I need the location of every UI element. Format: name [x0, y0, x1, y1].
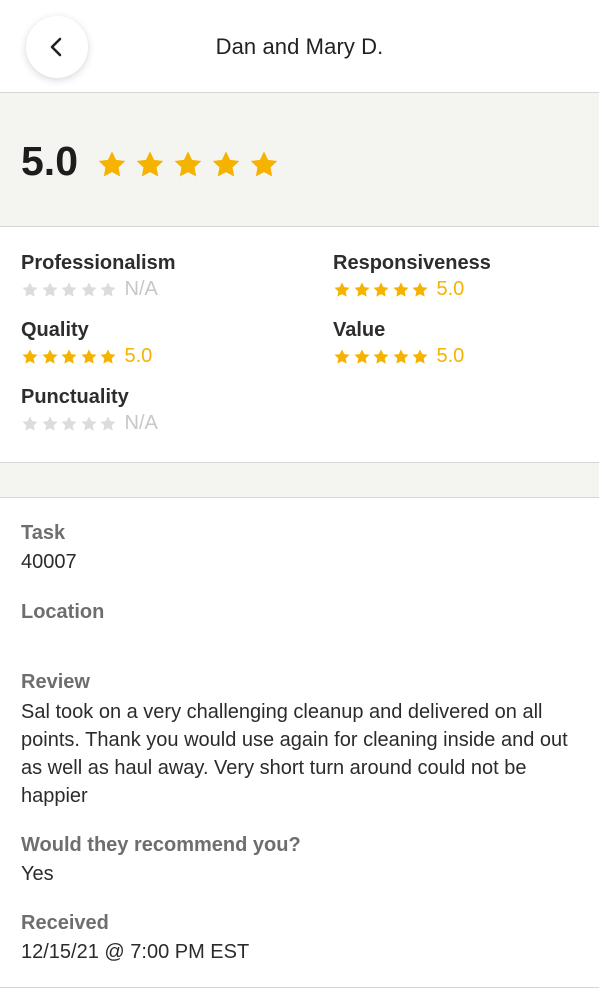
star-filled-icon — [353, 281, 370, 297]
star-empty-icon — [80, 415, 97, 431]
star-filled-icon — [412, 281, 428, 297]
category-punctuality: Punctuality N/A — [21, 386, 158, 433]
recommend-value: Yes — [21, 863, 54, 885]
category-score: N/A — [124, 412, 158, 434]
category-quality: Quality 5.0 — [21, 319, 152, 366]
category-score: 5.0 — [124, 345, 153, 367]
star-filled-icon — [250, 151, 278, 177]
star-filled-icon — [392, 281, 409, 297]
star-filled-icon — [392, 348, 409, 364]
received-label: Received — [21, 912, 109, 934]
category-stars: 5.0 — [333, 279, 491, 299]
star-empty-icon — [100, 415, 116, 431]
category-name: Value — [333, 319, 386, 341]
star-filled-icon — [80, 348, 97, 364]
category-stars: N/A — [21, 413, 158, 433]
category-score: 5.0 — [436, 345, 465, 367]
category-stars: N/A — [21, 279, 176, 299]
overall-score: 5.0 — [21, 138, 78, 184]
category-score: N/A — [124, 278, 158, 300]
star-filled-icon — [61, 348, 77, 364]
section-divider — [0, 462, 599, 498]
location-label: Location — [21, 601, 105, 623]
star-empty-icon — [100, 281, 116, 297]
category-stars: 5.0 — [333, 346, 464, 366]
recommend-label: Would they recommend you? — [21, 834, 301, 856]
category-name: Responsiveness — [333, 252, 491, 274]
divider — [0, 987, 599, 988]
category-name: Quality — [21, 319, 89, 341]
task-value: 40007 — [21, 551, 77, 573]
star-empty-icon — [22, 281, 38, 297]
review-text: Sal took on a very challenging cleanup a… — [21, 701, 568, 807]
star-filled-icon — [136, 151, 164, 177]
star-filled-icon — [373, 348, 389, 364]
star-empty-icon — [22, 415, 38, 431]
rating-summary: 5.0 — [0, 93, 599, 227]
star-filled-icon — [334, 348, 350, 364]
star-filled-icon — [41, 348, 58, 364]
star-filled-icon — [98, 151, 126, 177]
star-filled-icon — [174, 151, 202, 177]
star-empty-icon — [80, 281, 97, 297]
star-filled-icon — [373, 281, 389, 297]
page-title: Dan and Mary D. — [215, 34, 384, 59]
header-bar: Dan and Mary D. — [0, 0, 599, 93]
category-responsiveness: Responsiveness 5.0 — [333, 252, 491, 299]
star-filled-icon — [100, 348, 116, 364]
task-label: Task — [21, 522, 66, 544]
star-empty-icon — [41, 281, 58, 297]
star-filled-icon — [412, 348, 428, 364]
category-stars: 5.0 — [21, 346, 152, 366]
overall-stars — [96, 149, 280, 179]
category-name: Professionalism — [21, 252, 176, 274]
category-name: Punctuality — [21, 386, 129, 408]
star-filled-icon — [212, 151, 240, 177]
category-score: 5.0 — [436, 278, 465, 300]
star-empty-icon — [61, 281, 77, 297]
star-filled-icon — [22, 348, 38, 364]
star-filled-icon — [353, 348, 370, 364]
category-value: Value 5.0 — [333, 319, 464, 366]
review-label: Review — [21, 671, 90, 693]
star-empty-icon — [41, 415, 58, 431]
star-filled-icon — [334, 281, 350, 297]
category-professionalism: Professionalism N/A — [21, 252, 176, 299]
received-value: 12/15/21 @ 7:00 PM EST — [21, 941, 250, 963]
star-empty-icon — [61, 415, 77, 431]
